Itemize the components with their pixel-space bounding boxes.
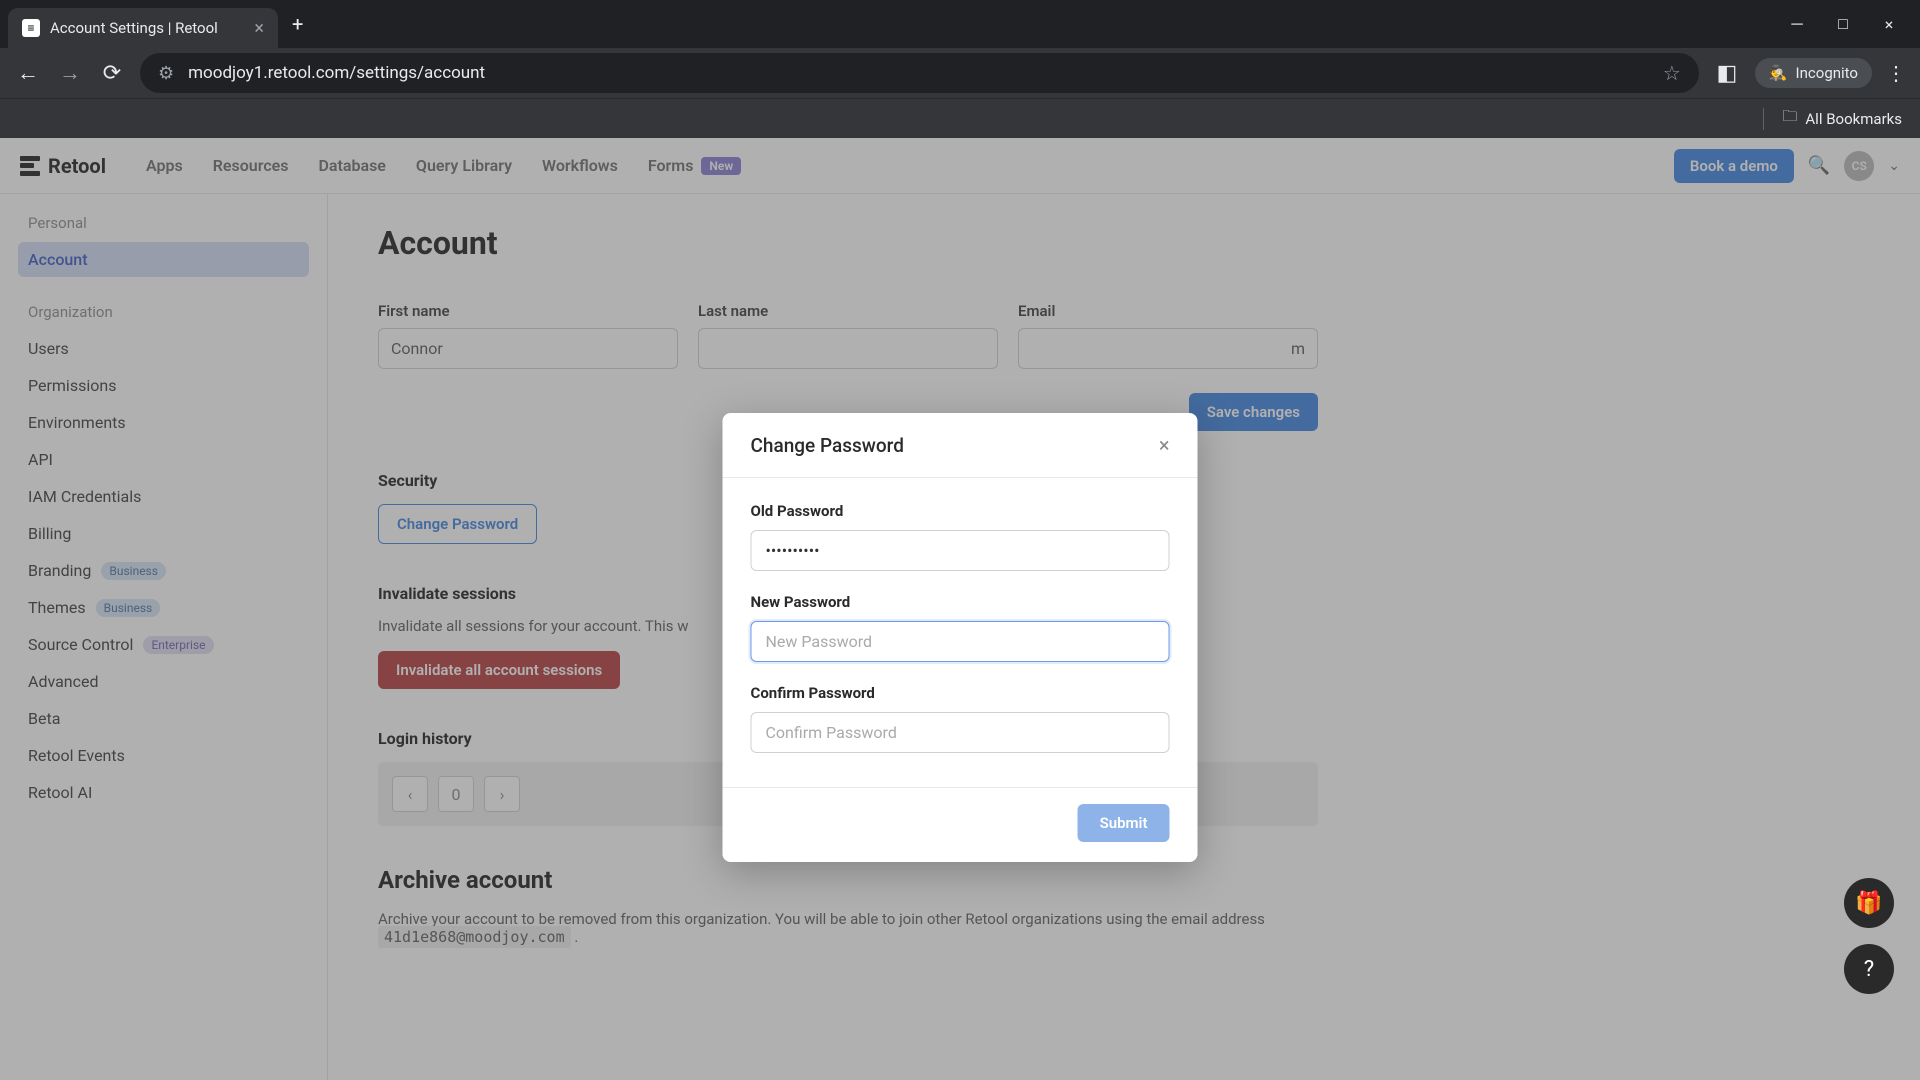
bookmarks-separator xyxy=(1763,108,1764,130)
panel-icon[interactable]: ◧ xyxy=(1713,61,1741,86)
url-text: moodjoy1.retool.com/settings/account xyxy=(188,63,1649,83)
confirm-password-input[interactable] xyxy=(751,712,1170,753)
browser-chrome: ≡ Account Settings | Retool × + ─ □ × ← … xyxy=(0,0,1920,138)
browser-tab[interactable]: ≡ Account Settings | Retool × xyxy=(8,8,278,48)
maximize-icon[interactable]: □ xyxy=(1834,15,1852,33)
site-settings-icon[interactable]: ⚙ xyxy=(158,63,174,84)
browser-titlebar: ≡ Account Settings | Retool × + ─ □ × xyxy=(0,0,1920,48)
change-password-modal: Change Password × Old Password New Passw… xyxy=(723,413,1198,862)
submit-button[interactable]: Submit xyxy=(1078,804,1170,842)
gift-fab[interactable]: 🎁 xyxy=(1844,878,1894,928)
browser-toolbar: ← → ⟳ ⚙ moodjoy1.retool.com/settings/acc… xyxy=(0,48,1920,98)
bookmark-star-icon[interactable]: ☆ xyxy=(1663,61,1681,85)
incognito-label: Incognito xyxy=(1796,64,1858,82)
gift-icon: 🎁 xyxy=(1855,891,1882,916)
help-icon: ? xyxy=(1864,957,1874,982)
app-area: Retool Apps Resources Database Query Lib… xyxy=(0,138,1920,1080)
new-tab-button[interactable]: + xyxy=(292,12,303,36)
bookmarks-bar: 🗀 All Bookmarks xyxy=(0,98,1920,138)
back-icon[interactable]: ← xyxy=(14,60,42,86)
old-password-label: Old Password xyxy=(751,502,1170,520)
incognito-icon: 🕵 xyxy=(1769,64,1788,82)
help-fab[interactable]: ? xyxy=(1844,944,1894,994)
minimize-icon[interactable]: ─ xyxy=(1788,15,1806,33)
tab-close-icon[interactable]: × xyxy=(254,18,264,39)
window-controls: ─ □ × xyxy=(1788,15,1912,33)
old-password-input[interactable] xyxy=(751,530,1170,571)
address-bar[interactable]: ⚙ moodjoy1.retool.com/settings/account ☆ xyxy=(140,53,1699,93)
confirm-password-label: Confirm Password xyxy=(751,684,1170,702)
new-password-input[interactable] xyxy=(751,621,1170,662)
folder-icon: 🗀 xyxy=(1782,106,1797,131)
close-window-icon[interactable]: × xyxy=(1880,15,1898,33)
tab-title: Account Settings | Retool xyxy=(50,19,244,37)
tab-favicon-icon: ≡ xyxy=(22,19,40,37)
all-bookmarks-label: All Bookmarks xyxy=(1805,110,1902,128)
all-bookmarks-button[interactable]: 🗀 All Bookmarks xyxy=(1782,106,1902,131)
incognito-badge[interactable]: 🕵 Incognito xyxy=(1755,58,1872,88)
close-icon[interactable]: × xyxy=(1159,433,1170,457)
forward-icon[interactable]: → xyxy=(56,60,84,86)
reload-icon[interactable]: ⟳ xyxy=(98,61,126,86)
modal-title: Change Password xyxy=(751,434,904,457)
new-password-label: New Password xyxy=(751,593,1170,611)
browser-menu-icon[interactable]: ⋮ xyxy=(1886,61,1906,85)
